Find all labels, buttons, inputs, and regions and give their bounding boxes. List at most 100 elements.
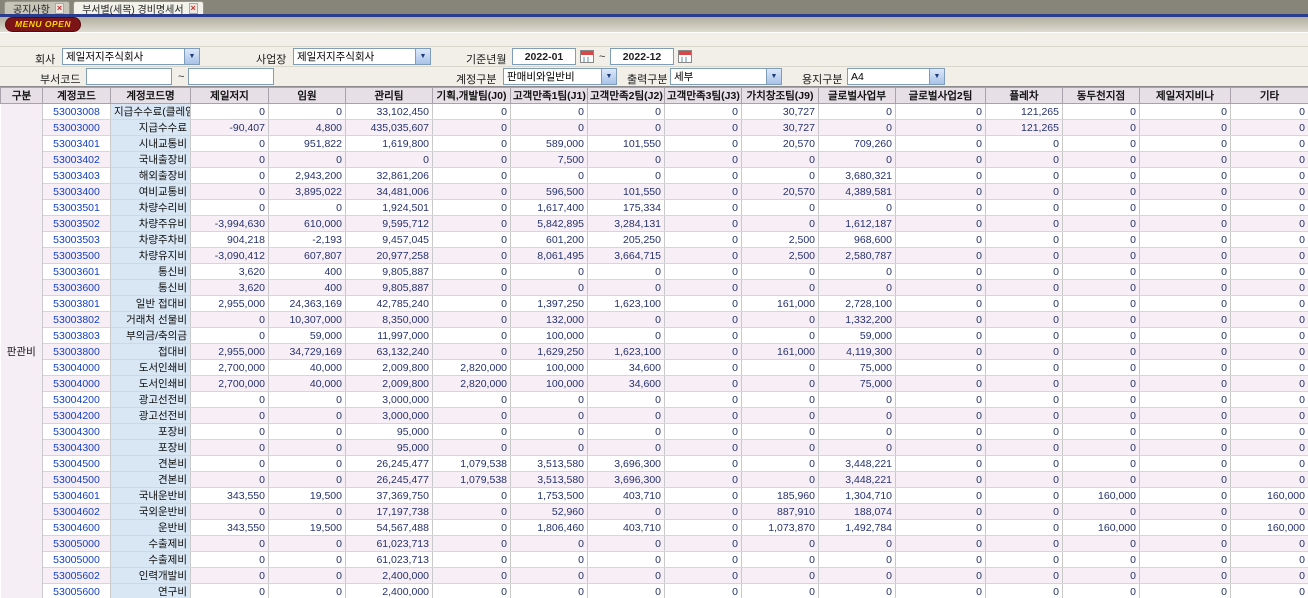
account-code-cell[interactable]: 53003008	[42, 103, 111, 120]
account-code-cell[interactable]: 53004500	[42, 471, 111, 488]
column-header[interactable]: 제일저지	[190, 87, 269, 104]
period-from-input[interactable]: 2022-01	[512, 48, 576, 65]
account-name-cell[interactable]: 여비교통비	[110, 183, 191, 200]
column-header[interactable]: 임원	[268, 87, 346, 104]
column-header[interactable]: 플레차	[985, 87, 1063, 104]
account-name-cell[interactable]: 지급수수료	[110, 119, 191, 136]
account-code-cell[interactable]: 53005600	[42, 583, 111, 598]
workplace-select[interactable]: 제일저지주식회사 ▼	[293, 48, 431, 65]
company-select[interactable]: 제일저지주식회사 ▼	[62, 48, 200, 65]
column-header[interactable]: 구분	[0, 87, 43, 104]
calendar-icon[interactable]	[678, 50, 692, 63]
account-name-cell[interactable]: 차량수리비	[110, 199, 191, 216]
account-name-cell[interactable]: 수출제비	[110, 551, 191, 568]
account-name-cell[interactable]: 도서인쇄비	[110, 375, 191, 392]
period-to-input[interactable]: 2022-12	[610, 48, 674, 65]
account-code-cell[interactable]: 53003403	[42, 167, 111, 184]
account-name-cell[interactable]: 수출제비	[110, 535, 191, 552]
column-header[interactable]: 가치창조팀(J9)	[741, 87, 819, 104]
account-code-cell[interactable]: 53004000	[42, 359, 111, 376]
account-name-cell[interactable]: 차량주유비	[110, 215, 191, 232]
account-name-cell[interactable]: 운반비	[110, 519, 191, 536]
column-header[interactable]: 계정코드	[42, 87, 111, 104]
column-header[interactable]: 동두천지점	[1062, 87, 1140, 104]
account-code-cell[interactable]: 53005000	[42, 551, 111, 568]
account-code-cell[interactable]: 53003402	[42, 151, 111, 168]
column-header[interactable]: 제일저지비나	[1139, 87, 1231, 104]
account-code-cell[interactable]: 53003000	[42, 119, 111, 136]
dept-code-from-input[interactable]	[86, 68, 172, 85]
account-code-cell[interactable]: 53005602	[42, 567, 111, 584]
account-code-cell[interactable]: 53003503	[42, 231, 111, 248]
account-code-cell[interactable]: 53004500	[42, 455, 111, 472]
output-type-select[interactable]: 세부 ▼	[670, 68, 782, 85]
close-icon[interactable]: ×	[188, 2, 198, 14]
account-name-cell[interactable]: 국외운반비	[110, 503, 191, 520]
account-name-cell[interactable]: 인력개발비	[110, 567, 191, 584]
account-code-cell[interactable]: 53003500	[42, 247, 111, 264]
column-header[interactable]: 기타	[1230, 87, 1308, 104]
account-code-cell[interactable]: 53003803	[42, 327, 111, 344]
account-code-cell[interactable]: 53003401	[42, 135, 111, 152]
account-code-cell[interactable]: 53004200	[42, 407, 111, 424]
dept-code-to-input[interactable]	[188, 68, 274, 85]
paper-type-select[interactable]: A4 ▼	[847, 68, 945, 85]
column-header[interactable]: 고객만족2팀(J2)	[587, 87, 665, 104]
account-code-cell[interactable]: 53003801	[42, 295, 111, 312]
tab-notice[interactable]: 공지사항 ×	[4, 1, 71, 16]
account-code-cell[interactable]: 53004000	[42, 375, 111, 392]
account-name-cell[interactable]: 지급수수료(클레임)	[110, 103, 191, 120]
tab-expense-report[interactable]: 부서별(세목) 경비명세서 ×	[73, 1, 204, 16]
account-code-cell[interactable]: 53004300	[42, 439, 111, 456]
column-header[interactable]: 고객만족1팀(J1)	[510, 87, 588, 104]
account-name-cell[interactable]: 도서인쇄비	[110, 359, 191, 376]
column-header[interactable]: 관리팀	[345, 87, 433, 104]
account-code-cell[interactable]: 53004600	[42, 519, 111, 536]
column-header[interactable]: 계정코드명	[110, 87, 191, 104]
calendar-icon[interactable]	[580, 50, 594, 63]
account-name-cell[interactable]: 통신비	[110, 263, 191, 280]
account-name-cell[interactable]: 일반 접대비	[110, 295, 191, 312]
account-code-cell[interactable]: 53003502	[42, 215, 111, 232]
account-code-cell[interactable]: 53003400	[42, 183, 111, 200]
account-code-cell[interactable]: 53004200	[42, 391, 111, 408]
account-name-cell[interactable]: 견본비	[110, 455, 191, 472]
account-name-cell[interactable]: 포장비	[110, 423, 191, 440]
chevron-down-icon[interactable]: ▼	[766, 69, 781, 84]
account-code-cell[interactable]: 53004300	[42, 423, 111, 440]
account-code-cell[interactable]: 53003600	[42, 279, 111, 296]
column-header[interactable]: 고객만족3팀(J3)	[664, 87, 742, 104]
account-name-cell[interactable]: 거래처 선물비	[110, 311, 191, 328]
column-header[interactable]: 글로벌사업2팀	[895, 87, 986, 104]
account-name-cell[interactable]: 차량주차비	[110, 231, 191, 248]
account-code-cell[interactable]: 53005000	[42, 535, 111, 552]
account-type-select[interactable]: 판매비와일반비 ▼	[503, 68, 617, 85]
close-icon[interactable]: ×	[54, 2, 65, 14]
account-name-cell[interactable]: 부의금/축의금	[110, 327, 191, 344]
account-code-cell[interactable]: 53004602	[42, 503, 111, 520]
chevron-down-icon[interactable]: ▼	[184, 49, 199, 64]
chevron-down-icon[interactable]: ▼	[601, 69, 616, 84]
account-code-cell[interactable]: 53004601	[42, 487, 111, 504]
chevron-down-icon[interactable]: ▼	[415, 49, 430, 64]
account-name-cell[interactable]: 견본비	[110, 471, 191, 488]
menu-open-button[interactable]: MENU OPEN	[5, 17, 81, 32]
chevron-down-icon[interactable]: ▼	[929, 69, 944, 84]
account-name-cell[interactable]: 국내출장비	[110, 151, 191, 168]
account-name-cell[interactable]: 접대비	[110, 343, 191, 360]
account-name-cell[interactable]: 광고선전비	[110, 391, 191, 408]
account-name-cell[interactable]: 포장비	[110, 439, 191, 456]
column-header[interactable]: 글로벌사업부	[818, 87, 896, 104]
account-name-cell[interactable]: 통신비	[110, 279, 191, 296]
account-name-cell[interactable]: 해외출장비	[110, 167, 191, 184]
column-header[interactable]: 기획,개발팀(J0)	[432, 87, 511, 104]
account-name-cell[interactable]: 국내운반비	[110, 487, 191, 504]
account-name-cell[interactable]: 차량유지비	[110, 247, 191, 264]
account-code-cell[interactable]: 53003800	[42, 343, 111, 360]
account-name-cell[interactable]: 시내교통비	[110, 135, 191, 152]
account-code-cell[interactable]: 53003601	[42, 263, 111, 280]
account-code-cell[interactable]: 53003501	[42, 199, 111, 216]
account-name-cell[interactable]: 광고선전비	[110, 407, 191, 424]
account-name-cell[interactable]: 연구비	[110, 583, 191, 598]
account-code-cell[interactable]: 53003802	[42, 311, 111, 328]
